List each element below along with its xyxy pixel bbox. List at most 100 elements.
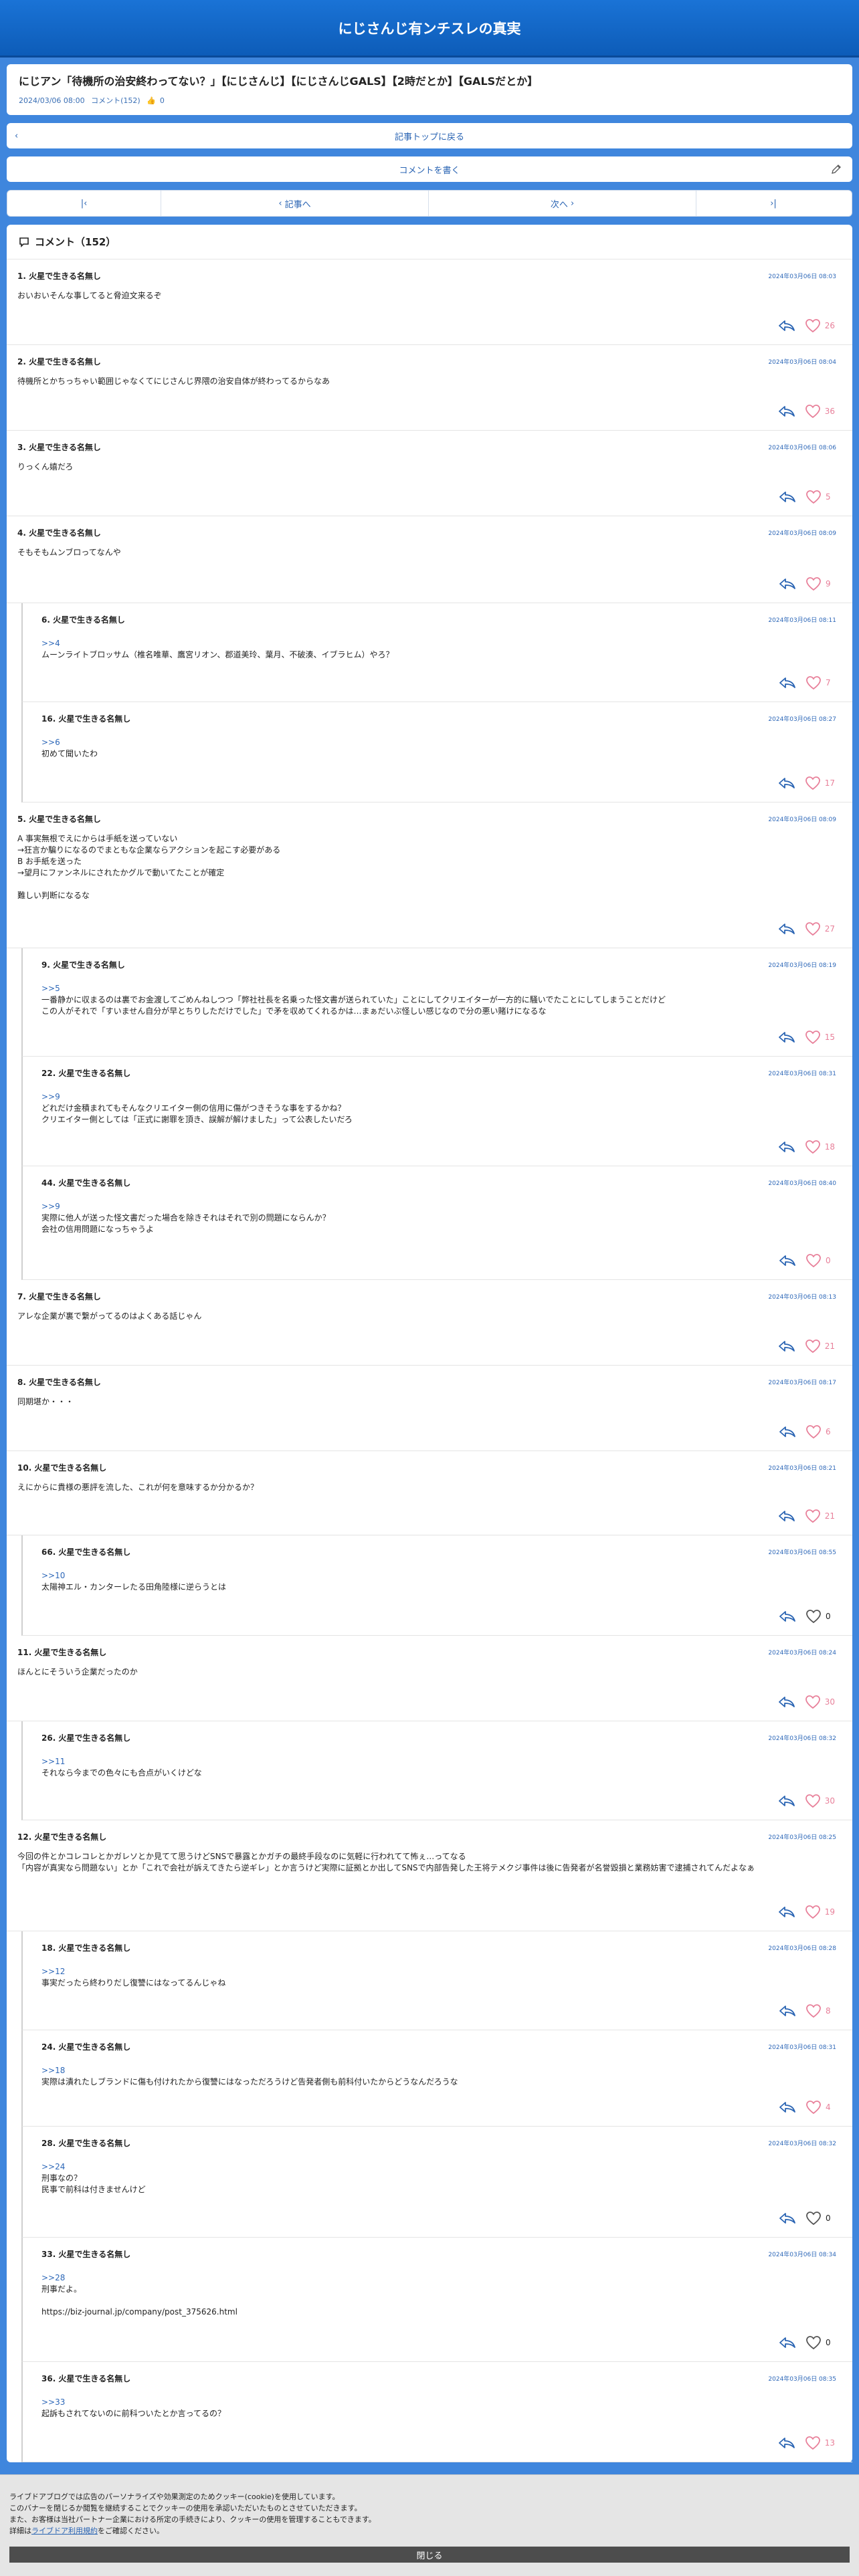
prev-article-button[interactable]: ‹ 記事へ: [161, 191, 429, 216]
back-to-top-button[interactable]: ‹ 記事トップに戻る: [7, 123, 852, 148]
reply-icon[interactable]: [779, 2101, 796, 2114]
reply-icon[interactable]: [779, 577, 796, 591]
heart-icon[interactable]: [805, 776, 821, 790]
comment-actions: 5: [779, 490, 835, 504]
like-count: 27: [824, 924, 835, 934]
heart-icon[interactable]: [805, 1030, 821, 1045]
last-page-button[interactable]: ›|: [696, 191, 850, 216]
reply-icon[interactable]: [778, 405, 795, 418]
terms-link[interactable]: ライブドア利用規約: [31, 2527, 98, 2535]
reply-anchor-link[interactable]: >>11: [41, 1756, 797, 1767]
reply-icon[interactable]: [779, 1425, 796, 1438]
reply-anchor-link[interactable]: >>18: [41, 2065, 797, 2076]
comment-actions: 36: [778, 404, 835, 419]
cookie-close-button[interactable]: 閉じる: [9, 2547, 850, 2563]
heart-icon[interactable]: [805, 1339, 821, 1354]
reply-icon[interactable]: [779, 2212, 796, 2225]
like-count: 9: [826, 579, 831, 588]
comment-item: 2. 火星で生きる名無し 2024年03月06日 08:04 待機所とかちっちゃい範…: [7, 345, 852, 431]
reply-icon[interactable]: [778, 922, 795, 936]
reply-anchor-link[interactable]: >>9: [41, 1201, 797, 1212]
heart-icon[interactable]: [805, 2004, 822, 2018]
reply-icon[interactable]: [778, 1905, 795, 1919]
heart-icon[interactable]: [805, 576, 822, 591]
reply-anchor-link[interactable]: >>12: [41, 1966, 797, 1977]
comment-body: >>18 実際は潰れたしブランドに傷も付けれたから復讐にはなっただろうけど告発者側…: [41, 2065, 797, 2088]
heart-icon[interactable]: [805, 490, 822, 504]
like-count: 4: [826, 2103, 831, 2112]
comment-author: 2. 火星で生きる名無し: [17, 357, 101, 366]
reply-anchor-link[interactable]: >>28: [41, 2272, 797, 2284]
reply-icon[interactable]: [778, 776, 795, 790]
reply-icon[interactable]: [779, 1610, 796, 1623]
heart-icon[interactable]: [805, 675, 822, 690]
reply-icon[interactable]: [778, 1339, 795, 1353]
reply-icon[interactable]: [779, 2004, 796, 2018]
comments-link[interactable]: コメント(152): [91, 96, 140, 105]
heart-icon[interactable]: [805, 922, 821, 936]
reply-icon[interactable]: [778, 1794, 795, 1808]
reply-anchor-link[interactable]: >>4: [41, 638, 797, 649]
like-count: 18: [824, 1142, 835, 1152]
heart-icon[interactable]: [805, 2100, 822, 2115]
heart-icon[interactable]: [805, 2211, 822, 2226]
pencil-icon: [832, 165, 841, 174]
reply-icon[interactable]: [778, 1031, 795, 1044]
reply-anchor-link[interactable]: >>24: [41, 2161, 797, 2173]
next-button[interactable]: 次へ ›: [429, 191, 696, 216]
heart-icon[interactable]: [805, 1609, 822, 1624]
heart-icon[interactable]: [805, 404, 821, 419]
heart-icon[interactable]: [805, 1424, 822, 1439]
comment-actions: 8: [779, 2004, 835, 2018]
comment-actions: 0: [779, 1253, 835, 1268]
heart-icon[interactable]: [805, 1253, 822, 1268]
comment-date: 2024年03月06日 08:04: [768, 359, 836, 366]
reply-icon[interactable]: [779, 676, 796, 689]
reply-icon[interactable]: [778, 1509, 795, 1523]
reply-icon[interactable]: [779, 2336, 796, 2349]
like-count: 5: [826, 492, 831, 502]
comment-author: 10. 火星で生きる名無し: [17, 1463, 107, 1473]
heart-icon[interactable]: [805, 1140, 821, 1154]
cookie-text: ライブドアブログでは広告のパーソナライズや効果測定のためクッキー(cookie)…: [9, 2492, 376, 2535]
reply-anchor-link[interactable]: >>6: [41, 737, 797, 748]
comment-actions: 18: [778, 1140, 835, 1154]
comment-actions: 4: [779, 2100, 835, 2115]
heart-icon[interactable]: [805, 1509, 821, 1523]
comment-actions: 9: [779, 576, 835, 591]
last-page-icon: ›|: [770, 198, 777, 209]
reply-comment: 33. 火星で生きる名無し 2024年03月06日 08:34 >>28 刑事だよ。 …: [21, 2238, 852, 2362]
site-title[interactable]: にじさんじ有ンチスレの真実: [339, 18, 521, 38]
heart-icon[interactable]: [805, 1905, 821, 1919]
heart-icon[interactable]: [805, 2436, 821, 2450]
like-count: 0: [826, 1256, 831, 1265]
comment-author: 66. 火星で生きる名無し: [41, 1547, 131, 1557]
reply-anchor-link[interactable]: >>9: [41, 1091, 797, 1103]
like-count: 19: [824, 1907, 835, 1917]
comment-icon: [19, 237, 29, 247]
heart-icon[interactable]: [805, 318, 821, 333]
heart-icon[interactable]: [805, 1695, 821, 1709]
comment-body: >>6 初めて聞いたわ: [41, 737, 797, 760]
reply-icon[interactable]: [778, 1695, 795, 1709]
first-page-button[interactable]: |‹: [7, 191, 161, 216]
like-count: 36: [824, 407, 835, 416]
comment-date: 2024年03月06日 08:11: [768, 617, 836, 624]
reply-icon[interactable]: [778, 319, 795, 332]
write-comment-button[interactable]: コメントを書く: [7, 156, 852, 182]
comment-item: 11. 火星で生きる名無し 2024年03月06日 08:24 ほんとにそういう企業…: [7, 1636, 852, 1721]
comment-item: 10. 火星で生きる名無し 2024年03月06日 08:21 えにからに貴様の悪評…: [7, 1451, 852, 1535]
comment-body: そもそもムンブロってなんや: [17, 548, 121, 557]
reply-icon[interactable]: [778, 2436, 795, 2450]
reply-anchor-link[interactable]: >>33: [41, 2397, 797, 2408]
reply-anchor-link[interactable]: >>5: [41, 983, 797, 994]
reply-anchor-link[interactable]: >>10: [41, 1570, 797, 1582]
heart-icon[interactable]: [805, 1794, 821, 1808]
reply-icon[interactable]: [779, 490, 796, 504]
heart-icon[interactable]: [805, 2335, 822, 2350]
reply-icon[interactable]: [778, 1140, 795, 1154]
comment-date: 2024年03月06日 08:27: [768, 716, 836, 723]
comment-author: 1. 火星で生きる名無し: [17, 272, 101, 281]
comment-actions: 15: [778, 1030, 835, 1045]
reply-icon[interactable]: [779, 1254, 796, 1267]
